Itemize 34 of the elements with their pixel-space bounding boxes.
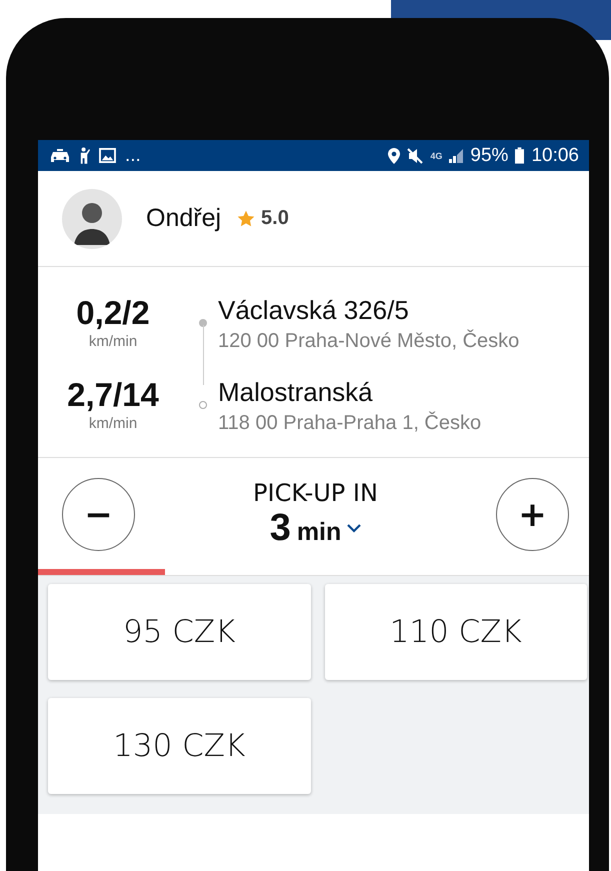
image-icon [99,148,116,163]
street-address: Václavská 326/5 [218,295,410,326]
network-type: 4G [430,150,442,160]
car-icon [50,148,70,164]
chevron-down-icon[interactable] [347,524,362,534]
clock-time: 10:06 [531,144,579,166]
route-line [202,325,204,386]
increase-button[interactable]: + [496,478,569,552]
mute-icon [407,148,424,164]
notification-more: ... [125,144,141,166]
distance-unit: km/min [88,415,138,432]
person-icon [79,147,90,164]
battery-icon [515,147,524,164]
pickup-minutes: 3 [270,507,291,550]
decrease-button[interactable]: − [62,478,135,552]
street-address: Malostranská [218,377,374,408]
pickup-dot-icon [199,319,207,327]
price-offer-button[interactable]: 110 CZK [324,584,587,680]
city-address: 118 00 Praha-Praha 1, Česko [218,412,482,436]
location-icon [388,148,400,164]
signal-icon [449,148,464,162]
pickup-unit: min [296,518,342,548]
destination-dot-icon [199,401,207,410]
star-icon [237,210,256,228]
battery-percent: 95% [470,144,508,166]
price-offer-button[interactable]: 95 CZK [48,584,310,680]
pickup-label: PICK-UP IN [253,479,378,508]
distance-time: 0,2/2 [76,295,150,332]
city-address: 120 00 Praha-Nové Město, Česko [218,330,520,354]
distance-time: 2,7/14 [67,377,159,414]
price-offer-button[interactable]: 130 CZK [48,698,310,794]
distance-unit: km/min [88,333,138,350]
driver-name: Ondřej [146,204,222,233]
driver-rating: 5.0 [261,207,289,230]
